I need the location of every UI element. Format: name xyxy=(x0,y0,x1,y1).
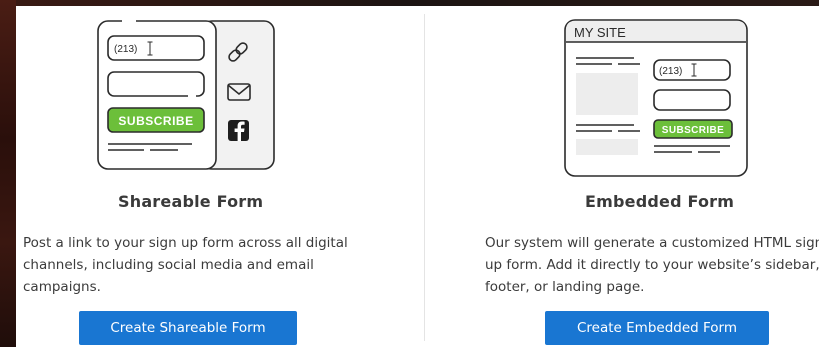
card-divider xyxy=(424,14,425,341)
create-embedded-form-button[interactable]: Create Embedded Form xyxy=(545,311,769,345)
embedded-phone-field-value: (213) xyxy=(659,66,682,77)
shareable-form-title: Shareable Form xyxy=(118,192,264,211)
create-shareable-form-button[interactable]: Create Shareable Form xyxy=(79,311,297,345)
embedded-form-title: Embedded Form xyxy=(585,192,735,211)
phone-field-value: (213) xyxy=(114,44,137,55)
embedded-form-description-text: Our system will generate a customized HT… xyxy=(485,235,819,295)
site-content-block xyxy=(576,73,638,115)
site-label: MY SITE xyxy=(574,25,626,40)
shareable-form-illustration: (213) SUBSCRIBE xyxy=(97,19,275,170)
shareable-form-description: Post a link to your sign up form across … xyxy=(23,235,348,295)
embedded-form-description: Our system will generate a customized HT… xyxy=(485,232,819,298)
embedded-empty-field-sketch xyxy=(653,89,731,111)
embedded-form-illustration: MY SITE (213) SUBSCRIBE xyxy=(564,19,748,177)
embedded-subscribe-label: SUBSCRIBE xyxy=(662,125,725,136)
site-content-block-2 xyxy=(576,139,638,155)
facebook-icon xyxy=(228,120,249,141)
subscribe-label: SUBSCRIBE xyxy=(118,114,193,128)
background-strip-left xyxy=(0,0,16,347)
empty-field-sketch xyxy=(107,71,205,97)
